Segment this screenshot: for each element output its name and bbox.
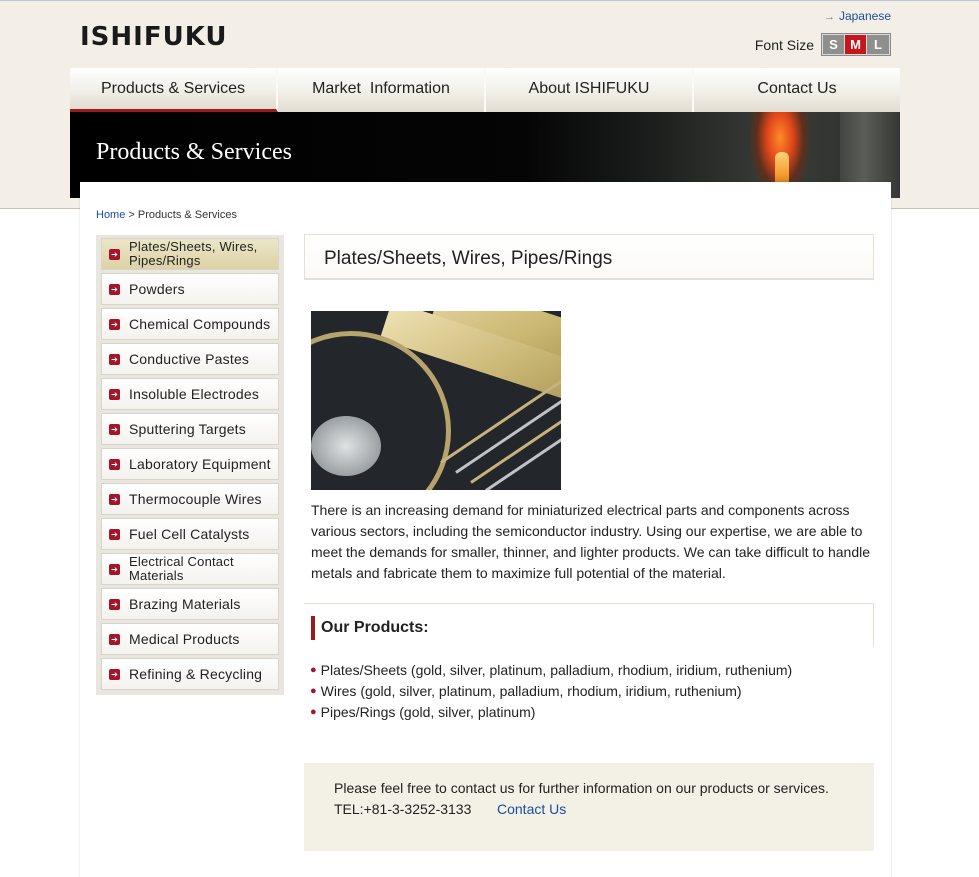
breadcrumb-home-link[interactable]: Home xyxy=(96,209,125,221)
list-item: ● Plates/Sheets (gold, silver, platinum, … xyxy=(310,660,792,681)
sidebar-item-powders[interactable]: ➔ Powders xyxy=(101,273,279,305)
language-link-label: Japanese xyxy=(838,9,891,23)
product-list: ● Plates/Sheets (gold, silver, platinum, … xyxy=(310,660,792,723)
font-size-large-button[interactable]: L xyxy=(867,35,889,54)
sidebar-item-electrical-contact-materials[interactable]: ➔ Electrical Contact Materials xyxy=(101,553,279,585)
arrow-right-icon: ➔ xyxy=(109,563,120,575)
font-size-medium-button[interactable]: M xyxy=(845,35,867,54)
sidebar-item-label: Sputtering Targets xyxy=(129,420,246,437)
sidebar-item-chemical-compounds[interactable]: ➔ Chemical Compounds xyxy=(101,308,279,340)
font-size-small-button[interactable]: S xyxy=(823,35,845,54)
contact-phone: TEL:+81-3-3252-3133 xyxy=(334,801,472,817)
logo[interactable]: ISHIFUKU xyxy=(80,22,228,52)
bullet-icon: ● xyxy=(310,685,317,697)
nav-about-ishifuku[interactable]: About ISHIFUKU xyxy=(486,68,694,112)
intro-paragraph: There is an increasing demand for miniat… xyxy=(311,502,871,581)
sidebar-item-conductive-pastes[interactable]: ➔ Conductive Pastes xyxy=(101,343,279,375)
bullet-icon: ● xyxy=(310,706,317,718)
banner-title: Products & Services xyxy=(96,139,292,165)
font-size-buttons: S M L xyxy=(821,33,891,56)
contact-box: Please feel free to contact us for furth… xyxy=(304,763,874,851)
arrow-right-icon: ➔ xyxy=(109,248,120,260)
page-heading-box: Plates/Sheets, Wires, Pipes/Rings xyxy=(304,234,874,280)
product-item-label: Wires (gold, silver, platinum, palladium… xyxy=(320,683,742,699)
product-item-label: Plates/Sheets (gold, silver, platinum, p… xyxy=(320,662,793,678)
sidebar-item-insoluble-electrodes[interactable]: ➔ Insoluble Electrodes xyxy=(101,378,279,410)
sidebar-item-sputtering-targets[interactable]: ➔ Sputtering Targets xyxy=(101,413,279,445)
sidebar-item-label: Insoluble Electrodes xyxy=(129,385,260,402)
bullet-icon: ● xyxy=(310,664,317,676)
page-title: Plates/Sheets, Wires, Pipes/Rings xyxy=(324,248,613,269)
sidebar-item-fuel-cell-catalysts[interactable]: ➔ Fuel Cell Catalysts xyxy=(101,518,279,550)
product-photo xyxy=(311,311,561,490)
arrow-right-icon: ➔ xyxy=(109,528,120,540)
arrow-right-icon: ➔ xyxy=(109,633,120,645)
list-item: ● Pipes/Rings (gold, silver, platinum) xyxy=(310,702,792,723)
nav-products-services[interactable]: Products & Services xyxy=(70,68,278,112)
our-products-header: Our Products: xyxy=(304,603,874,647)
arrow-right-icon: ➔ xyxy=(109,388,120,400)
sidebar-item-label: Medical Products xyxy=(129,630,240,647)
sidebar-item-label: Fuel Cell Catalysts xyxy=(129,525,250,542)
arrow-right-icon: ➔ xyxy=(109,598,120,610)
arrow-right-icon: ➔ xyxy=(109,458,120,470)
sidebar-item-plates-sheets-wires-pipes-rings[interactable]: ➔ Plates/Sheets, Wires, Pipes/Rings xyxy=(101,238,279,270)
nav-contact-us[interactable]: Contact Us xyxy=(694,68,900,112)
arrow-right-icon: ➔ xyxy=(109,668,120,680)
sidebar-item-refining-recycling[interactable]: ➔ Refining & Recycling xyxy=(101,658,279,690)
sidebar-item-label: Powders xyxy=(129,280,185,297)
arrow-right-icon: ➔ xyxy=(109,423,120,435)
sidebar-item-label: Plates/Sheets, Wires, Pipes/Rings xyxy=(129,239,258,268)
japanese-language-link[interactable]: → Japanese xyxy=(824,9,891,23)
font-size-control: Font Size S M L xyxy=(755,33,891,56)
arrow-right-icon: → xyxy=(823,11,835,23)
nav-market-information[interactable]: Market Information xyxy=(278,68,486,112)
sidebar-item-label: Brazing Materials xyxy=(129,595,241,612)
photo-rod xyxy=(455,381,561,474)
font-size-label: Font Size xyxy=(754,36,814,53)
section-accent-bar xyxy=(311,616,315,640)
contact-us-link[interactable]: Contact Us xyxy=(497,801,566,817)
arrow-right-icon: ➔ xyxy=(109,318,120,330)
breadcrumb-current: Products & Services xyxy=(137,209,237,221)
breadcrumb-separator: > xyxy=(128,209,135,221)
sidebar: ➔ Plates/Sheets, Wires, Pipes/Rings ➔ Po… xyxy=(96,235,284,695)
sidebar-item-laboratory-equipment[interactable]: ➔ Laboratory Equipment xyxy=(101,448,279,480)
sidebar-item-label: Laboratory Equipment xyxy=(129,455,271,472)
sidebar-item-label: Thermocouple Wires xyxy=(129,490,262,507)
arrow-right-icon: ➔ xyxy=(109,493,120,505)
sidebar-item-label: Refining & Recycling xyxy=(129,665,263,682)
sidebar-item-label: Electrical Contact Materials xyxy=(129,554,234,583)
sidebar-item-brazing-materials[interactable]: ➔ Brazing Materials xyxy=(101,588,279,620)
sidebar-item-label: Conductive Pastes xyxy=(129,350,250,367)
breadcrumb: Home > Products & Services xyxy=(96,209,237,221)
arrow-right-icon: ➔ xyxy=(109,283,120,295)
sidebar-item-medical-products[interactable]: ➔ Medical Products xyxy=(101,623,279,655)
photo-disk xyxy=(311,416,381,476)
our-products-heading: Our Products: xyxy=(321,619,429,636)
arrow-right-icon: ➔ xyxy=(109,353,120,365)
product-item-label: Pipes/Rings (gold, silver, platinum) xyxy=(320,704,536,720)
sidebar-item-thermocouple-wires[interactable]: ➔ Thermocouple Wires xyxy=(101,483,279,515)
sidebar-item-label: Chemical Compounds xyxy=(129,315,271,332)
main-nav: Products & Services Market Information A… xyxy=(70,68,900,112)
contact-text: Please feel free to contact us for furth… xyxy=(334,780,829,796)
list-item: ● Wires (gold, silver, platinum, palladiu… xyxy=(310,681,792,702)
